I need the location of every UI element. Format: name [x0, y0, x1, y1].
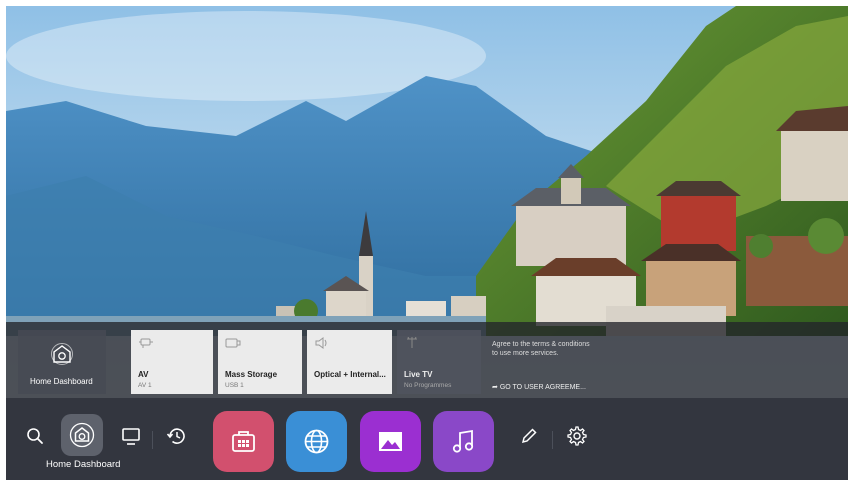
input-card-title: Optical + Internal... [314, 370, 386, 379]
user-agreement-link[interactable]: ➦ GO TO USER AGREEME... [492, 383, 586, 392]
home-dashboard-icon [51, 343, 73, 365]
input-card-optical[interactable]: Optical + Internal... [307, 330, 392, 394]
av-cable-icon [139, 338, 153, 348]
recent-history-icon[interactable] [166, 425, 188, 447]
speaker-icon [315, 337, 327, 349]
tv-screen: Home Dashboard AV AV 1 Mass Storage USB … [6, 6, 848, 480]
divider [152, 431, 153, 449]
image-icon [379, 432, 402, 451]
user-agreement-link-label: GO TO USER AGREEME... [499, 384, 586, 391]
home-dashboard-card[interactable]: Home Dashboard [18, 330, 106, 394]
app-tile-lg-content-store[interactable] [213, 411, 274, 472]
home-dashboard-card-label: Home Dashboard [30, 377, 93, 386]
input-card-subtitle: No Programmes [404, 382, 452, 389]
input-card-av[interactable]: AV AV 1 [131, 330, 213, 394]
input-card-title: Mass Storage [225, 370, 278, 379]
input-card-subtitle: USB 1 [225, 382, 244, 389]
home-dashboard-icon [69, 422, 95, 448]
gear-icon[interactable] [565, 425, 587, 447]
search-icon[interactable] [26, 427, 44, 445]
divider [552, 431, 553, 449]
recent-inputs-bar: Home Dashboard AV AV 1 Mass Storage USB … [6, 322, 848, 398]
store-icon [232, 431, 255, 452]
input-card-subtitle: AV 1 [138, 382, 152, 389]
input-card-live-tv[interactable]: Live TV No Programmes [397, 330, 481, 394]
share-arrow-icon: ➦ [492, 384, 498, 391]
input-card-title: AV [138, 370, 149, 379]
user-agreement-card[interactable]: Agree to the terms & conditions to use m… [484, 330, 602, 394]
app-tile-music[interactable] [433, 411, 494, 472]
pencil-icon[interactable] [520, 427, 538, 445]
home-dashboard-label: Home Dashboard [46, 459, 121, 470]
user-agreement-text: Agree to the terms & conditions to use m… [492, 341, 590, 357]
launcher-bar: Home Dashboard [6, 398, 848, 480]
home-dashboard-button[interactable] [61, 414, 103, 456]
antenna-icon [407, 337, 417, 348]
input-card-title: Live TV [404, 370, 433, 379]
music-note-icon [452, 429, 474, 453]
usb-storage-icon [225, 338, 241, 348]
app-tile-web-browser[interactable] [286, 411, 347, 472]
tv-monitor-icon[interactable] [121, 426, 141, 446]
app-tile-photo-video[interactable] [360, 411, 421, 472]
input-card-mass-storage[interactable]: Mass Storage USB 1 [218, 330, 302, 394]
globe-icon [304, 429, 329, 454]
